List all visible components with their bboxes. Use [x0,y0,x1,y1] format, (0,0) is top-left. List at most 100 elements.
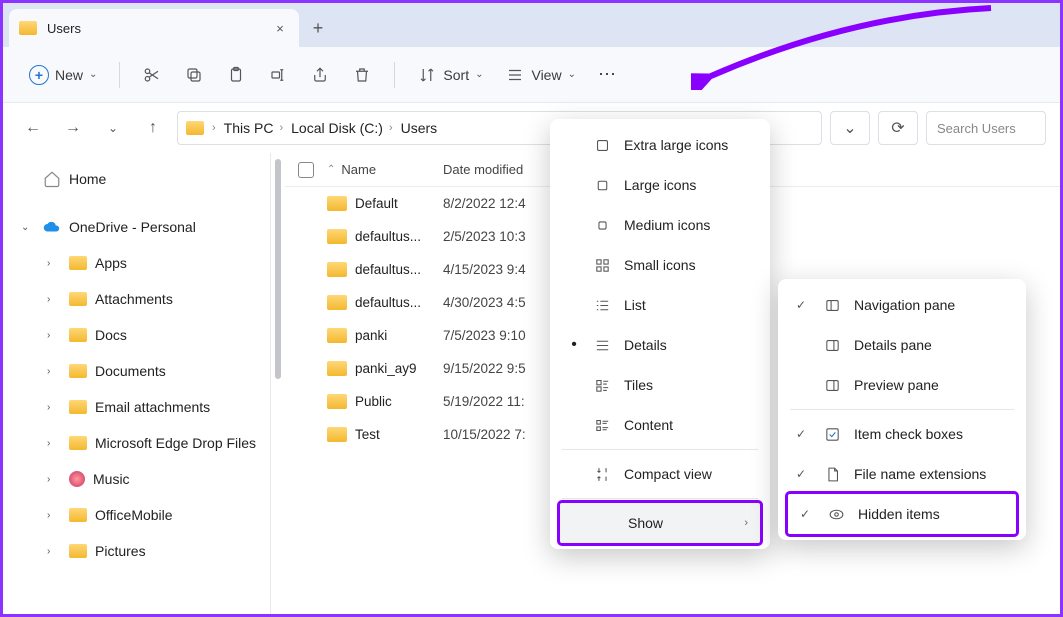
rename-button[interactable] [260,59,296,91]
menu-large-icons[interactable]: Large icons [556,165,764,205]
cloud-icon [43,219,61,235]
chevron-right-icon[interactable]: › [47,402,61,413]
recent-button[interactable]: ⌄ [97,112,129,144]
sidebar-item-apps[interactable]: › Apps [3,245,270,281]
compact-icon [592,466,612,483]
more-button[interactable]: ⋯ [590,58,626,91]
menu-show[interactable]: Show › [560,503,760,543]
check-icon: ✓ [800,507,814,521]
menu-list[interactable]: List [556,285,764,325]
add-tab-button[interactable]: + [299,9,337,47]
crumb-localdisk[interactable]: Local Disk (C:)› [291,120,392,136]
scrollbar[interactable] [271,153,285,614]
sidebar-item-music[interactable]: › Music [3,461,270,497]
copy-icon [184,65,204,85]
select-all-checkbox[interactable] [298,162,314,178]
menu-tiles[interactable]: Tiles [556,365,764,405]
folder-icon [69,400,87,414]
view-button[interactable]: View ⌄ [497,59,583,91]
list-icon [592,297,612,314]
menu-extra-large-icons[interactable]: Extra large icons [556,125,764,165]
copy-button[interactable] [176,59,212,91]
menu-item-check-boxes[interactable]: ✓ Item check boxes [784,414,1020,454]
menu-navigation-pane[interactable]: ✓ Navigation pane [784,285,1020,325]
chevron-right-icon[interactable]: › [47,330,61,341]
sort-button[interactable]: Sort ⌄ [409,59,491,91]
chevron-right-icon[interactable]: › [47,294,61,305]
sidebar-home[interactable]: Home [3,161,270,197]
chevron-right-icon[interactable]: › [47,474,61,485]
menu-item-label: File name extensions [854,466,986,482]
menu-compact-view[interactable]: Compact view [556,454,764,494]
sidebar-item-pictures[interactable]: › Pictures [3,533,270,569]
sidebar-item-documents[interactable]: › Documents [3,353,270,389]
file-name: defaultus... [355,295,421,310]
menu-hidden-items[interactable]: ✓ Hidden items [788,494,1016,534]
folder-icon [69,508,87,522]
menu-item-label: Hidden items [858,506,940,522]
sidebar-onedrive-label: OneDrive - Personal [69,219,196,235]
crumb-thispc[interactable]: This PC› [224,120,283,136]
sidebar-item-label: Docs [95,327,127,343]
folder-icon [186,121,204,135]
back-button[interactable]: ← [17,112,49,144]
chevron-right-icon[interactable]: › [47,366,61,377]
scissors-icon [142,65,162,85]
sidebar-onedrive[interactable]: ⌄ OneDrive - Personal [3,209,270,245]
sidebar-item-docs[interactable]: › Docs [3,317,270,353]
show-submenu: ✓ Navigation pane Details pane Preview p… [778,279,1026,540]
history-dropdown[interactable]: ⌄ [830,111,870,145]
folder-icon [327,394,347,409]
check-icon: ✓ [796,298,810,312]
menu-item-label: Extra large icons [624,137,728,153]
s-icon [592,257,612,274]
menu-preview-pane[interactable]: Preview pane [784,365,1020,405]
sidebar-item-email-attachments[interactable]: › Email attachments [3,389,270,425]
folder-icon [327,361,347,376]
chevron-right-icon[interactable]: › [47,510,61,521]
prevpane-icon [822,377,842,394]
sidebar-item-label: Email attachments [95,399,210,415]
folder-icon [327,328,347,343]
rename-icon [268,65,288,85]
menu-details[interactable]: • Details [556,325,764,365]
file-name: defaultus... [355,262,421,277]
sidebar-item-microsoft-edge-drop-files[interactable]: › Microsoft Edge Drop Files [3,425,270,461]
chevron-down-icon[interactable]: ⌄ [21,222,35,233]
chevron-right-icon: › [744,517,748,529]
menu-content[interactable]: Content [556,405,764,445]
paste-button[interactable] [218,59,254,91]
menu-item-label: Navigation pane [854,297,955,313]
xl-icon [592,137,612,154]
chevron-right-icon[interactable]: › [47,546,61,557]
tab-title: Users [47,21,81,36]
menu-compact-label: Compact view [624,466,712,482]
folder-icon [327,229,347,244]
new-button[interactable]: + New ⌄ [21,59,105,91]
sidebar-item-attachments[interactable]: › Attachments [3,281,270,317]
menu-file-name-extensions[interactable]: ✓ File name extensions [784,454,1020,494]
menu-medium-icons[interactable]: Medium icons [556,205,764,245]
menu-details-pane[interactable]: Details pane [784,325,1020,365]
folder-icon [327,262,347,277]
column-name[interactable]: ⌃Name [327,162,439,177]
share-button[interactable] [302,59,338,91]
delete-button[interactable] [344,59,380,91]
chevron-right-icon[interactable]: › [47,258,61,269]
up-button[interactable]: ↑ [137,112,169,144]
sidebar-item-officemobile[interactable]: › OfficeMobile [3,497,270,533]
chevron-right-icon[interactable]: › [47,438,61,449]
menu-item-label: Details pane [854,337,932,353]
home-icon [43,171,61,187]
details-icon [592,337,612,354]
tab-users[interactable]: Users × [9,9,299,47]
view-menu: Extra large icons Large icons Medium ico… [550,119,770,549]
search-input[interactable]: Search Users [926,111,1046,145]
menu-small-icons[interactable]: Small icons [556,245,764,285]
folder-icon [69,364,87,378]
forward-button[interactable]: → [57,112,89,144]
refresh-button[interactable]: ⟳ [878,111,918,145]
cut-button[interactable] [134,59,170,91]
close-tab-button[interactable]: × [271,19,289,37]
crumb-users[interactable]: Users [401,120,438,136]
